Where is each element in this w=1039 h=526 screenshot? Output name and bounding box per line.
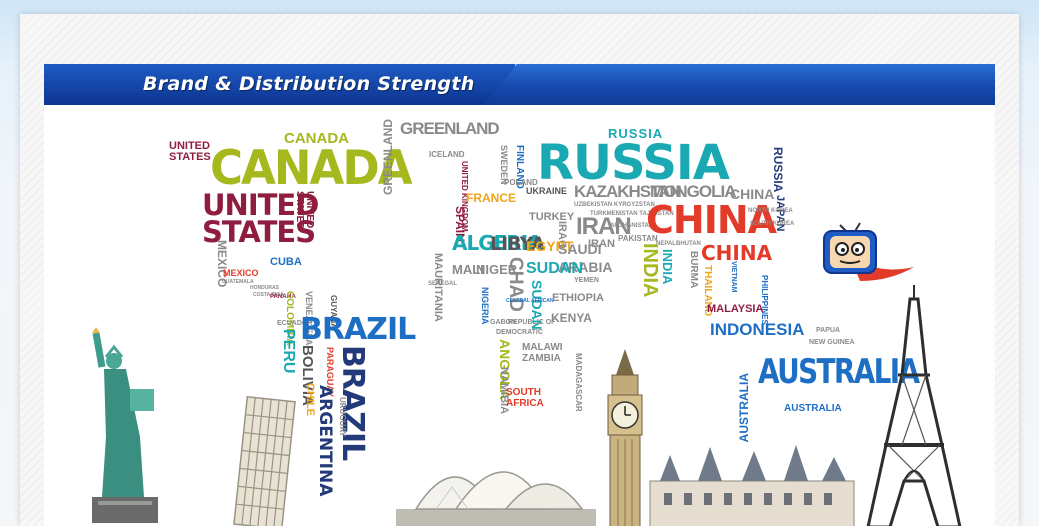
map-word-senegal: SENEGAL xyxy=(428,281,458,287)
map-word-south-korea: SOUTH KOREA xyxy=(750,221,795,227)
map-word-russia-big: RUSSIA xyxy=(537,135,730,191)
map-word-mauritania: MAURITANIA xyxy=(432,253,444,322)
map-word-north-korea: NORTH KOREA xyxy=(748,208,793,214)
eiffel-tower-icon xyxy=(866,285,962,526)
map-word-central-african: CENTRAL AFRICAN xyxy=(506,298,554,304)
map-word-china-big: CHINA xyxy=(646,198,777,242)
map-word-madagascar: MADAGASCAR xyxy=(574,353,583,412)
map-word-bhutan: BHUTAN xyxy=(676,241,701,247)
map-word-uruguay: URUGUAY xyxy=(338,397,347,437)
map-word-republic-of: REPUBLIC OF xyxy=(508,319,556,326)
map-word-yemen: YEMEN xyxy=(574,277,599,284)
map-word-india: INDIA xyxy=(639,243,661,298)
map-word-vietnam: VIETNAM xyxy=(730,261,737,293)
map-word-mexico: MEXICO xyxy=(223,268,259,278)
map-word-china-red: CHINA xyxy=(701,241,773,265)
statue-of-liberty-icon xyxy=(92,327,158,523)
map-word-kenya: KENYA xyxy=(551,311,592,325)
big-ben-icon xyxy=(607,349,643,526)
map-word-guatemala: GUATEMALA xyxy=(222,279,254,285)
map-word-australia-vertical: AUSTRALIA xyxy=(737,373,751,443)
map-word-new-guinea: NEW GUINEA xyxy=(809,339,855,346)
section-title: Brand & Distribution Strength xyxy=(143,73,475,95)
map-word-peru: PERU xyxy=(280,329,297,374)
chateau-icon xyxy=(649,445,855,526)
world-word-map: UNITED STATES CANADA CANADA UNITED STATE… xyxy=(44,105,995,526)
map-word-greenland-vertical: GREENLAND xyxy=(381,119,395,196)
tv-mascot-icon xyxy=(823,222,914,281)
map-word-south: SOUTH xyxy=(506,387,541,398)
map-word-sudan: SUDAN xyxy=(526,260,583,277)
leaning-tower-of-pisa-icon xyxy=(233,395,296,526)
map-word-chile: CHILE xyxy=(304,383,316,416)
map-word-brazil: BRAZIL xyxy=(300,312,416,347)
map-word-greenland: GREENLAND xyxy=(400,119,500,138)
map-word-australia-small: AUSTRALIA xyxy=(784,403,842,414)
section-banner: Brand & Distribution Strength xyxy=(44,64,995,105)
map-word-iceland: ICELAND xyxy=(429,150,465,159)
map-word-philippines: PHILIPPINES xyxy=(760,275,769,325)
sydney-opera-house-icon xyxy=(396,471,596,526)
map-word-malawi: MALAWI xyxy=(522,342,563,353)
map-word-united-states-vertical: UNITED STATES xyxy=(294,191,315,229)
map-word-cuba: CUBA xyxy=(270,256,302,268)
map-word-africa: AFRICA xyxy=(506,398,544,409)
map-word-uzbekistan: UZBEKISTAN KYRGYZSTAN xyxy=(574,202,655,208)
map-word-democratic: DEMOCRATIC xyxy=(496,329,543,336)
map-word-zambia: ZAMBIA xyxy=(522,353,561,364)
map-word-honduras: HONDURAS xyxy=(250,285,279,291)
map-word-burma: BURMA xyxy=(688,251,699,289)
map-word-malaysia: MALAYSIA xyxy=(707,303,764,315)
map-word-indonesia: INDONESIA xyxy=(710,320,805,339)
map-word-argentina: ARGENTINA xyxy=(315,385,335,497)
map-word-saudi: SAUDI xyxy=(558,241,602,257)
map-word-united-states-small: UNITED STATES xyxy=(169,140,211,163)
map-word-ethiopia: ETHIOPIA xyxy=(552,292,604,304)
map-word-papua: PAPUA xyxy=(816,327,840,334)
map-word-france: FRANCE xyxy=(466,191,516,205)
map-word-nigeria: NIGERIA xyxy=(480,287,490,325)
map-word-india-2: INDIA xyxy=(660,249,675,285)
